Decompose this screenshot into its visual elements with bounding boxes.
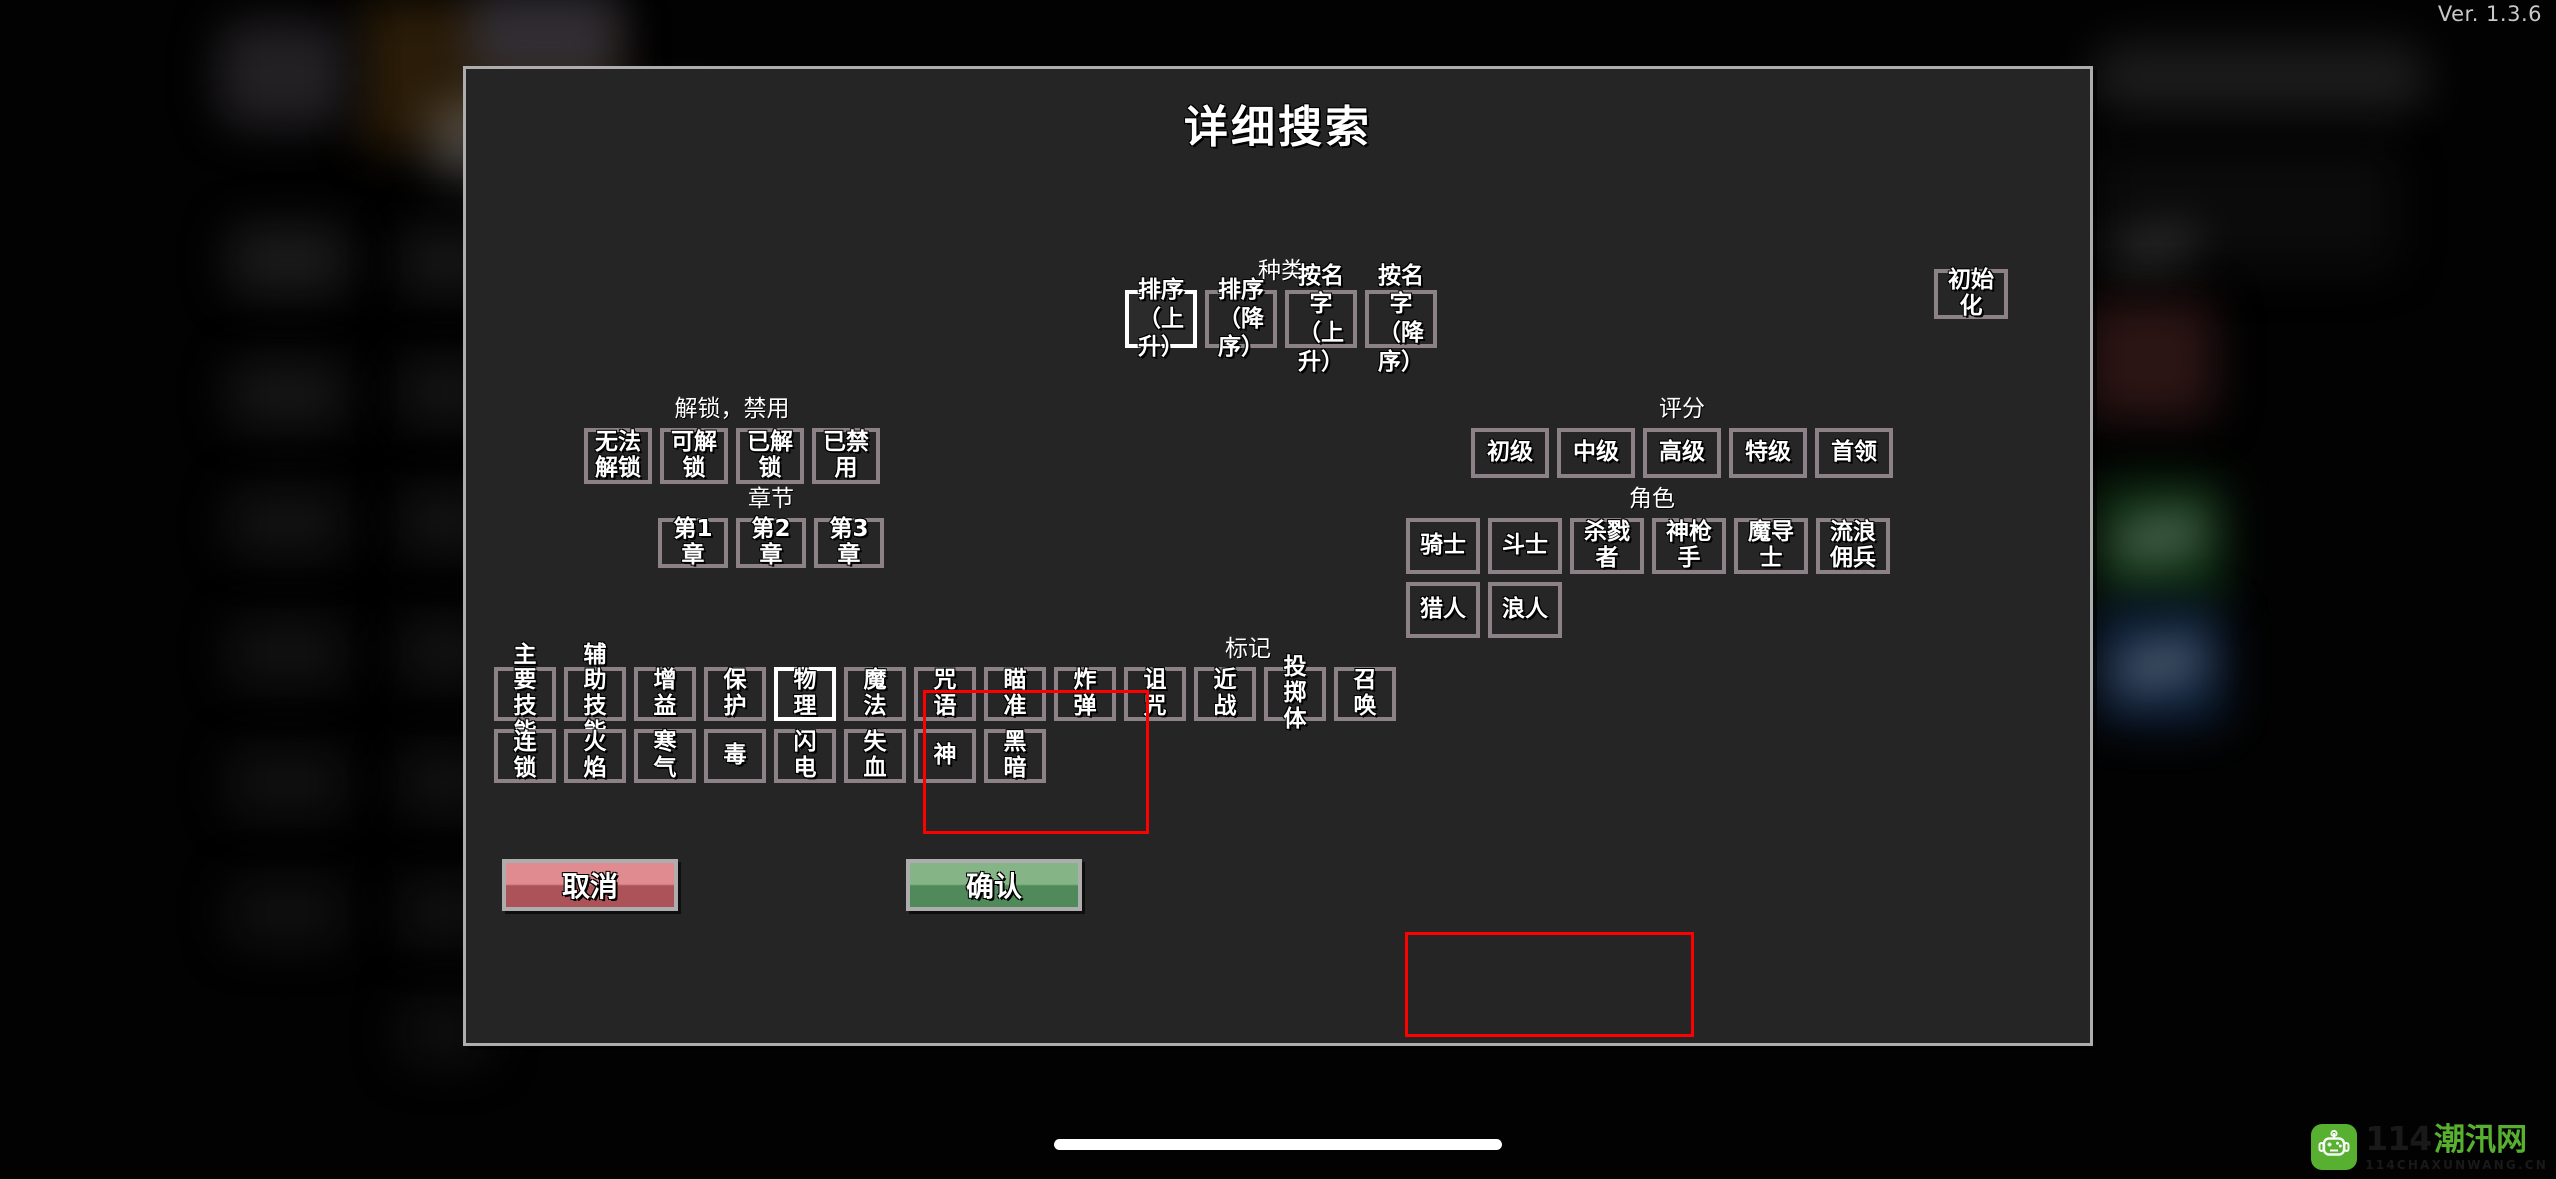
section-role: 角色 骑士 斗士 杀戮者 神枪手 魔导士 流浪佣兵 猎人 浪人: [1406, 479, 1898, 638]
detailed-search-dialog: 详细搜索 种类 排序 （上升） 排序 （降序） 按名字 （上升） 按名字 （降序） 初始化 解…: [463, 66, 2093, 1046]
rating-option-row: 初级 中级 高级 特级 首领: [1466, 428, 1898, 478]
chapter-option-row: 第1章 第2章 第3章: [656, 516, 886, 568]
kind-option-1[interactable]: 排序 （降序）: [1205, 277, 1277, 360]
tag-option-2[interactable]: 增益: [634, 667, 696, 721]
kind-option-2[interactable]: 按名字 （上升）: [1285, 263, 1357, 375]
robot-gamepad-icon: [2311, 1123, 2358, 1170]
section-chapter: 章节 第1章 第2章 第3章: [656, 479, 886, 568]
section-reset: 初始化: [1934, 267, 2008, 319]
section-kind: 种类 排序 （上升） 排序 （降序） 按名字 （上升） 按名字 （降序）: [1120, 251, 1442, 375]
tag-option-10[interactable]: 近战: [1194, 667, 1256, 721]
chapter-option-1[interactable]: 第2章: [736, 516, 806, 568]
rating-option-2[interactable]: 高级: [1643, 428, 1721, 478]
section-tag: 标记 主要技能辅助技能增益保护物理魔法咒语瞄准炸弹诅咒近战投掷体召唤 连锁火焰寒…: [490, 629, 2070, 783]
kind-option-0[interactable]: 排序 （上升）: [1125, 277, 1197, 360]
rating-option-3[interactable]: 特级: [1729, 428, 1807, 478]
lock-option-row: 无法解锁 可解锁 已解锁 已禁用: [580, 428, 884, 484]
tag-option-4[interactable]: 物理: [774, 667, 836, 721]
role-option-3[interactable]: 神枪手: [1652, 518, 1726, 574]
dialog-title: 详细搜索: [1184, 102, 1372, 153]
tag-option-row-1: 主要技能辅助技能增益保护物理魔法咒语瞄准炸弹诅咒近战投掷体召唤: [494, 642, 2070, 745]
lock-option-0[interactable]: 无法解锁: [584, 428, 652, 484]
app-version-label: Ver. 1.3.6: [2437, 2, 2542, 26]
watermark-name: 114: [2365, 1119, 2432, 1158]
cancel-button[interactable]: 取消: [502, 859, 678, 911]
section-chapter-label: 章节: [748, 486, 794, 512]
tag-option-1[interactable]: 辅助技能: [564, 642, 626, 745]
tag-option-r2-0[interactable]: 连锁: [494, 729, 556, 783]
tag-option-9[interactable]: 诅咒: [1124, 667, 1186, 721]
role-option-5[interactable]: 流浪佣兵: [1816, 518, 1890, 574]
watermark-domain: 114CHAXUNWANG.CN: [2365, 1158, 2548, 1172]
home-indicator[interactable]: [1054, 1139, 1502, 1150]
tag-option-3[interactable]: 保护: [704, 667, 766, 721]
section-lock: 解锁，禁用 无法解锁 可解锁 已解锁 已禁用: [580, 389, 884, 484]
lock-option-2[interactable]: 已解锁: [736, 428, 804, 484]
tag-option-11[interactable]: 投掷体: [1264, 654, 1326, 732]
tag-option-8[interactable]: 炸弹: [1054, 667, 1116, 721]
watermark-text: 114 潮汛网 114CHAXUNWANG.CN: [2365, 1122, 2548, 1171]
chapter-option-0[interactable]: 第1章: [658, 516, 728, 568]
tag-option-r2-3[interactable]: 毒: [704, 729, 766, 783]
lock-option-3[interactable]: 已禁用: [812, 428, 880, 484]
tag-option-row-2: 连锁 火焰 寒气毒闪电 失血神黑暗: [494, 729, 2070, 783]
reset-button[interactable]: 初始化: [1934, 267, 2008, 319]
site-watermark: 114 潮汛网 114CHAXUNWANG.CN: [2311, 1122, 2548, 1171]
role-option-4[interactable]: 魔导士: [1734, 518, 1808, 574]
chapter-option-2[interactable]: 第3章: [814, 516, 884, 568]
tag-option-0[interactable]: 主要技能: [494, 642, 556, 745]
tag-option-6[interactable]: 咒语: [914, 667, 976, 721]
role-option-row-1: 骑士 斗士 杀戮者 神枪手 魔导士 流浪佣兵: [1406, 518, 1898, 574]
dialog-footer: 取消 确认: [466, 859, 2090, 979]
section-role-label: 角色: [1629, 486, 1675, 512]
tag-option-r2-7[interactable]: 黑暗: [984, 729, 1046, 783]
kind-option-row: 排序 （上升） 排序 （降序） 按名字 （上升） 按名字 （降序）: [1120, 263, 1442, 375]
rating-option-4[interactable]: 首领: [1815, 428, 1893, 478]
confirm-button[interactable]: 确认: [906, 859, 1082, 911]
section-rating: 评分 初级 中级 高级 特级 首领: [1466, 389, 1898, 478]
tag-option-r2-1[interactable]: 火焰: [564, 729, 626, 783]
watermark-name-cn: 潮汛网: [2434, 1122, 2528, 1158]
tag-option-5[interactable]: 魔法: [844, 667, 906, 721]
tag-option-r2-2[interactable]: 寒气: [634, 729, 696, 783]
role-option-0[interactable]: 骑士: [1406, 518, 1480, 574]
rating-option-0[interactable]: 初级: [1471, 428, 1549, 478]
kind-option-3[interactable]: 按名字 （降序）: [1365, 263, 1437, 375]
section-tag-label: 标记: [1225, 636, 1271, 662]
tag-option-r2-5[interactable]: 失血: [844, 729, 906, 783]
tag-option-r2-4[interactable]: 闪电: [774, 729, 836, 783]
tag-option-12[interactable]: 召唤: [1334, 667, 1396, 721]
rating-option-1[interactable]: 中级: [1557, 428, 1635, 478]
app-screen: Ver. 1.3.6 详细搜索 种类 排序 （上升） 排序 （降序） 按名字 （上升） 按名…: [0, 0, 2556, 1179]
tag-option-r2-6[interactable]: 神: [914, 729, 976, 783]
lock-option-1[interactable]: 可解锁: [660, 428, 728, 484]
role-option-2[interactable]: 杀戮者: [1570, 518, 1644, 574]
tag-option-7[interactable]: 瞄准: [984, 667, 1046, 721]
role-option-1[interactable]: 斗士: [1488, 518, 1562, 574]
section-rating-label: 评分: [1659, 396, 1705, 422]
section-lock-label: 解锁，禁用: [674, 396, 790, 422]
